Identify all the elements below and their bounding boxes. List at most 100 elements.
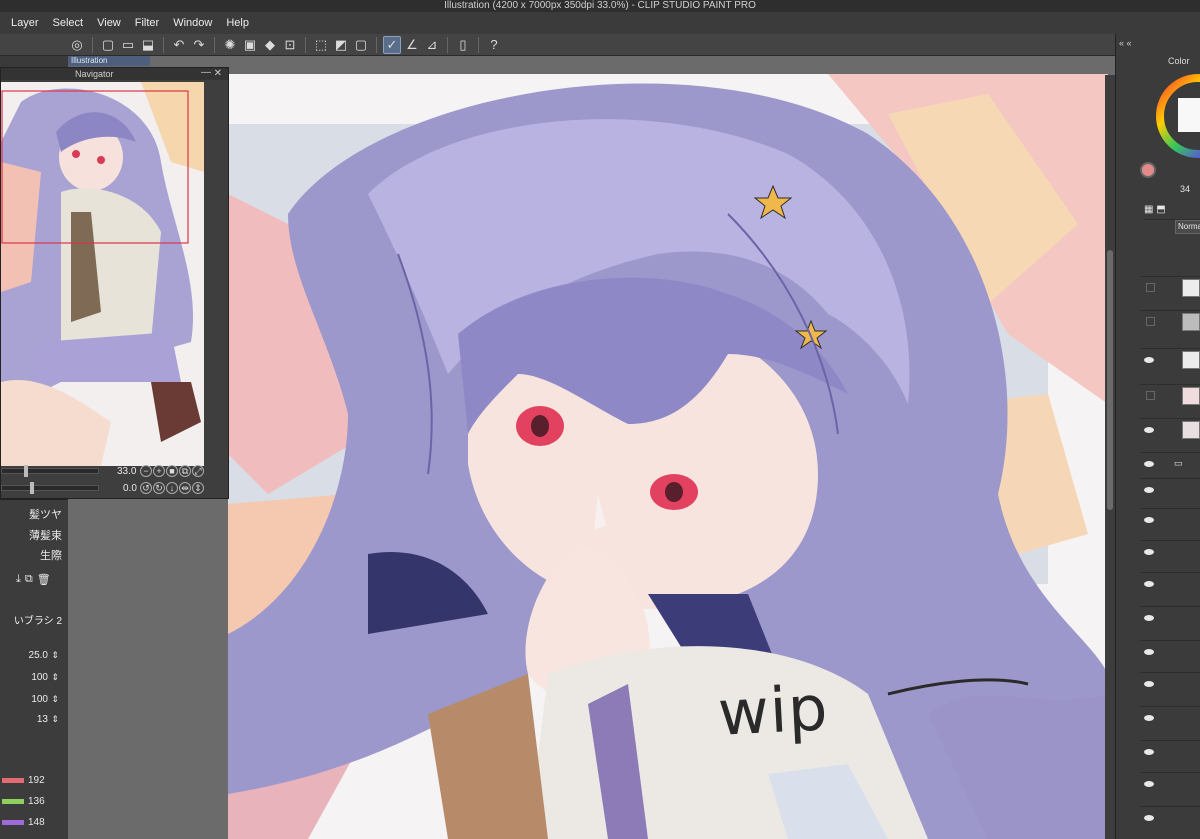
- eye-icon[interactable]: [1144, 814, 1154, 821]
- rotation-slider[interactable]: [1, 482, 99, 494]
- menu-help[interactable]: Help: [219, 17, 256, 29]
- rotation-slider-knob[interactable]: [30, 482, 34, 494]
- zoom-slider-knob[interactable]: [24, 465, 28, 477]
- menu-filter[interactable]: Filter: [128, 17, 166, 29]
- menu-view[interactable]: View: [90, 17, 128, 29]
- main-color-swatch[interactable]: [1140, 162, 1156, 178]
- flip-vertical-icon[interactable]: ⇕: [192, 482, 204, 494]
- stepper-icon[interactable]: ⇕: [51, 672, 59, 683]
- new-file-icon[interactable]: ▢: [99, 36, 117, 54]
- sub-tool-item[interactable]: 生際: [0, 546, 66, 564]
- menu-select[interactable]: Select: [46, 17, 91, 29]
- rotate-left-icon[interactable]: ↺: [140, 482, 152, 494]
- layer-row[interactable]: [1140, 310, 1200, 332]
- layer-folder-row[interactable]: ▭: [1140, 452, 1200, 474]
- document-tab[interactable]: Illustration: [68, 56, 150, 66]
- zoom-out-icon[interactable]: −: [140, 465, 152, 477]
- undo-icon[interactable]: ↶: [170, 36, 188, 54]
- minimize-icon[interactable]: —: [201, 67, 211, 79]
- fit-window-icon[interactable]: ⤢: [192, 465, 204, 477]
- eye-icon[interactable]: [1144, 748, 1154, 755]
- eye-icon[interactable]: [1144, 356, 1154, 363]
- layer-row[interactable]: [1140, 478, 1200, 500]
- layer-row[interactable]: [1140, 672, 1200, 694]
- open-folder-icon[interactable]: ▭: [119, 36, 137, 54]
- layer-row[interactable]: [1140, 606, 1200, 628]
- stepper-icon[interactable]: ⇕: [51, 694, 59, 705]
- eye-icon[interactable]: [1144, 460, 1154, 467]
- layer-panel-tabs[interactable]: ▦ ⬒: [1144, 204, 1200, 220]
- layer-row[interactable]: [1140, 276, 1200, 298]
- canvas-vertical-scrollbar[interactable]: [1105, 75, 1115, 839]
- snap-grid-icon[interactable]: ⊿: [423, 36, 441, 54]
- eye-icon[interactable]: [1144, 648, 1154, 655]
- layer-row[interactable]: [1140, 806, 1200, 828]
- save-icon[interactable]: ⬓: [139, 36, 157, 54]
- flip-horizontal-icon[interactable]: ⇹: [179, 482, 191, 494]
- eye-icon[interactable]: [1144, 516, 1154, 523]
- brush-opacity-field[interactable]: 100 ⇕: [0, 668, 62, 686]
- collapse-arrows[interactable]: « «: [1119, 38, 1132, 48]
- eye-icon[interactable]: [1144, 780, 1154, 787]
- loading-icon[interactable]: ✺: [221, 36, 239, 54]
- snap-ruler-icon[interactable]: ✓: [383, 35, 401, 54]
- menu-layer[interactable]: Layer: [4, 17, 46, 29]
- import-icon[interactable]: ⤓: [16, 573, 21, 586]
- zoom-in-icon[interactable]: +: [153, 465, 165, 477]
- stepper-icon[interactable]: ⇕: [51, 650, 59, 661]
- menu-window[interactable]: Window: [166, 17, 219, 29]
- layer-row[interactable]: [1140, 418, 1200, 440]
- clear-icon[interactable]: ▣: [241, 36, 259, 54]
- color-slider-red[interactable]: 192: [0, 770, 62, 790]
- layer-row[interactable]: [1140, 348, 1200, 370]
- eye-icon[interactable]: [1144, 680, 1154, 687]
- eye-icon[interactable]: [1144, 426, 1154, 433]
- brush-size-field[interactable]: 25.0 ⇕: [0, 646, 62, 664]
- eye-icon[interactable]: [1144, 486, 1154, 493]
- fill-icon[interactable]: ◆: [261, 36, 279, 54]
- rotate-right-icon[interactable]: ↻: [153, 482, 165, 494]
- smartphone-icon[interactable]: ▯: [454, 36, 472, 54]
- layer-row[interactable]: [1140, 740, 1200, 762]
- fit-icon[interactable]: ■: [166, 465, 178, 477]
- brush-extra-field[interactable]: 13 ⇕: [0, 710, 62, 728]
- snap-special-ruler-icon[interactable]: ∠: [403, 36, 421, 54]
- sub-tool-item[interactable]: 薄髪束: [0, 526, 66, 544]
- layer-row[interactable]: [1140, 540, 1200, 562]
- zoom-value[interactable]: 33.0: [117, 466, 136, 477]
- sub-tool-item[interactable]: 髪ツヤ: [0, 505, 66, 523]
- close-icon[interactable]: ✕: [214, 68, 222, 80]
- layer-row[interactable]: [1140, 572, 1200, 594]
- brush-density-field[interactable]: 100 ⇕: [0, 690, 62, 708]
- help-icon[interactable]: ?: [485, 36, 503, 54]
- rotation-value[interactable]: 0.0: [123, 483, 137, 494]
- eye-icon[interactable]: [1144, 614, 1154, 621]
- color-tab[interactable]: Color: [1168, 56, 1190, 66]
- transform-icon[interactable]: ⊡: [281, 36, 299, 54]
- redo-icon[interactable]: ↷: [190, 36, 208, 54]
- selection-border-icon[interactable]: ▢: [352, 36, 370, 54]
- zoom-slider[interactable]: [1, 465, 99, 477]
- color-wheel[interactable]: [1156, 70, 1200, 162]
- stepper-icon[interactable]: ⇕: [51, 714, 59, 725]
- scrollbar-thumb[interactable]: [1107, 250, 1113, 510]
- eye-icon[interactable]: [1144, 548, 1154, 555]
- layer-row[interactable]: [1140, 772, 1200, 794]
- deselect-icon[interactable]: ⬚: [312, 36, 330, 54]
- eye-icon[interactable]: [1144, 580, 1154, 587]
- blend-mode-select[interactable]: Normal: [1175, 220, 1200, 234]
- clip-studio-icon[interactable]: ◎: [68, 36, 86, 54]
- layer-row[interactable]: [1140, 384, 1200, 406]
- invert-selection-icon[interactable]: ◩: [332, 36, 350, 54]
- layer-row[interactable]: [1140, 508, 1200, 530]
- navigator-preview[interactable]: [1, 82, 204, 466]
- layer-row[interactable]: [1140, 640, 1200, 662]
- trash-icon[interactable]: 🗑: [37, 573, 51, 586]
- color-slider-green[interactable]: 136: [0, 791, 62, 811]
- actual-size-icon[interactable]: ⧉: [179, 465, 191, 477]
- reset-rotation-icon[interactable]: ↓: [166, 482, 178, 494]
- copy-icon[interactable]: ⧉: [25, 573, 33, 586]
- color-slider-blue[interactable]: 148: [0, 812, 62, 832]
- eye-icon[interactable]: [1144, 714, 1154, 721]
- drawing-canvas[interactable]: wip: [228, 74, 1108, 839]
